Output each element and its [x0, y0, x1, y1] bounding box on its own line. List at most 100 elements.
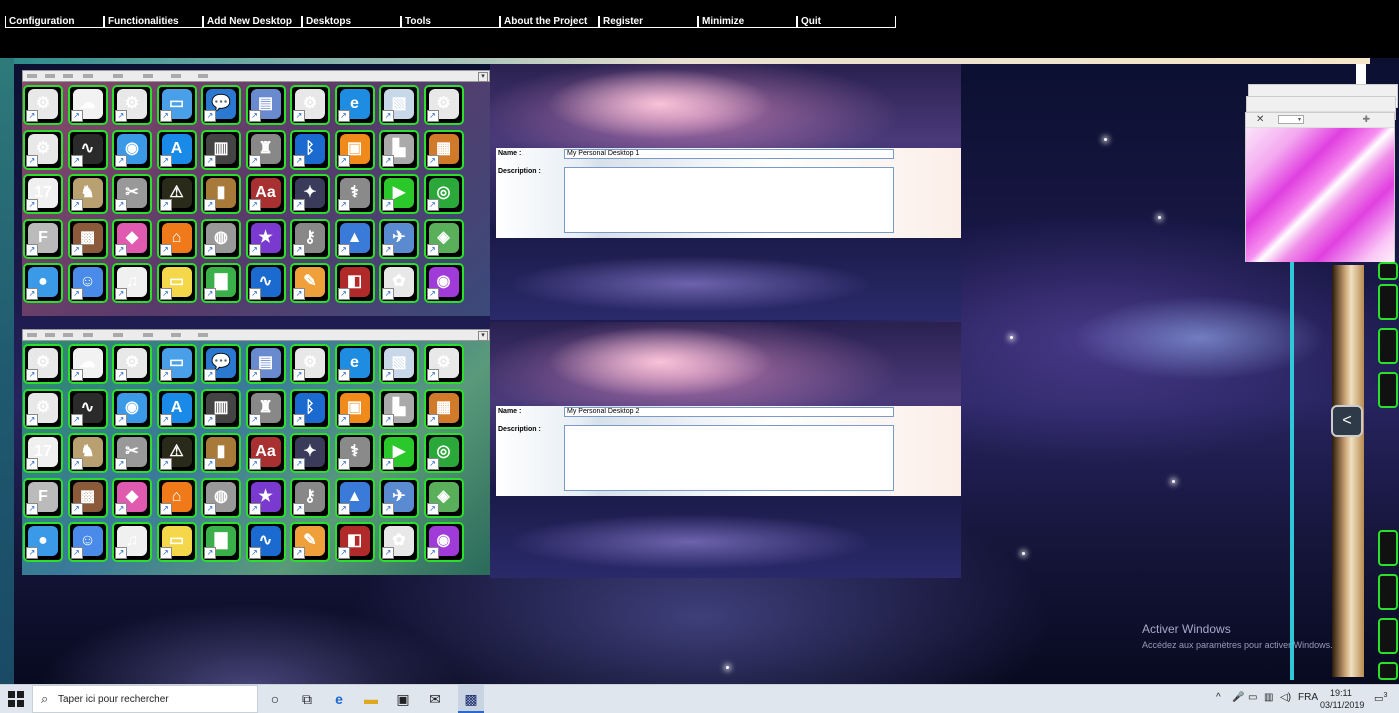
- desktop-name-input[interactable]: [564, 149, 894, 159]
- app-tile[interactable]: ∿ ↗: [67, 388, 108, 429]
- store-icon[interactable]: ▣: [394, 690, 412, 708]
- app-tile[interactable]: ▭ ↗: [156, 522, 197, 562]
- app-tile[interactable]: ▭ ↗: [156, 344, 197, 384]
- app-tile[interactable]: ▣ ↗: [334, 388, 375, 429]
- app-tile[interactable]: ✦ ↗: [290, 174, 330, 214]
- app-tile[interactable]: ▶ ↗: [379, 433, 419, 473]
- panel-scroll-button[interactable]: ▾: [478, 72, 488, 82]
- mini-window-dropdown[interactable]: ▾: [1278, 115, 1304, 124]
- app-tile[interactable]: ♞ ↗: [67, 433, 108, 473]
- app-tile[interactable]: ▲ ↗: [334, 477, 375, 518]
- menu-about-the-project[interactable]: About the Project: [500, 16, 599, 28]
- app-tile[interactable]: ◉ ↗: [112, 388, 152, 429]
- app-tile[interactable]: ♫ ↗: [112, 522, 152, 562]
- app-tile[interactable]: ⚕ ↗: [334, 174, 375, 214]
- app-tile[interactable]: ⚙ ↗: [290, 344, 330, 384]
- app-tile[interactable]: ✿ ↗: [379, 263, 419, 303]
- app-tile[interactable]: ∿ ↗: [67, 129, 108, 170]
- app-tile[interactable]: 💬 ↗: [201, 344, 241, 384]
- app-tile[interactable]: ✂ ↗: [112, 174, 152, 214]
- app-tile[interactable]: ● ↗: [23, 522, 63, 562]
- pin-icon[interactable]: ✚: [1362, 114, 1370, 125]
- app-tile[interactable]: ♞ ↗: [67, 174, 108, 214]
- app-tile[interactable]: ⌂ ↗: [156, 218, 197, 259]
- app-tile[interactable]: ⚙ ↗: [112, 344, 152, 384]
- app-tile[interactable]: ◈ ↗: [423, 477, 464, 518]
- app-tile[interactable]: ★ ↗: [245, 477, 286, 518]
- app-tile[interactable]: ◉ ↗: [112, 129, 152, 170]
- close-icon[interactable]: ✕: [1256, 114, 1264, 125]
- app-tile[interactable]: A ↗: [156, 388, 197, 429]
- app-tile[interactable]: ★ ↗: [245, 218, 286, 259]
- app-tile[interactable]: ᛒ ↗: [290, 388, 330, 429]
- app-tile[interactable]: ⚠ ↗: [156, 174, 197, 214]
- app-tile[interactable]: ▣ ↗: [334, 129, 375, 170]
- clock-time[interactable]: 19:11: [1330, 688, 1352, 698]
- menu-register[interactable]: Register: [599, 16, 698, 28]
- menu-add-new-desktop[interactable]: Add New Desktop: [203, 16, 302, 28]
- app-tile[interactable]: 💬 ↗: [201, 85, 241, 125]
- mini-window-titlebar[interactable]: [1247, 97, 1395, 112]
- app-tile[interactable]: ♜ ↗: [245, 129, 286, 170]
- app-tile[interactable]: ▙ ↗: [379, 388, 419, 429]
- app-tile[interactable]: ᛒ ↗: [290, 129, 330, 170]
- app-tile[interactable]: ▦ ↗: [423, 129, 464, 170]
- app-tile[interactable]: e ↗: [334, 85, 375, 125]
- app-tile[interactable]: ▲ ↗: [334, 218, 375, 259]
- desktop-name-input[interactable]: [564, 407, 894, 417]
- app-tile[interactable]: ☺ ↗: [67, 522, 108, 562]
- side-app-icon[interactable]: [1378, 328, 1398, 364]
- app-tile[interactable]: ▮ ↗: [201, 433, 241, 473]
- app-tile[interactable]: ▩ ↗: [67, 477, 108, 518]
- desktop-description-textarea[interactable]: [564, 425, 894, 491]
- app-tile[interactable]: ▧ ↗: [379, 85, 419, 125]
- side-app-icon[interactable]: [1378, 574, 1398, 610]
- app-tile[interactable]: ∿ ↗: [245, 522, 286, 562]
- side-app-icon[interactable]: [1378, 262, 1398, 280]
- app-tile[interactable]: ▮ ↗: [201, 174, 241, 214]
- side-app-icon[interactable]: [1378, 618, 1398, 654]
- app-tile[interactable]: ◆ ↗: [112, 477, 152, 518]
- app-tile[interactable]: ◉ ↗: [423, 263, 464, 303]
- app-tile[interactable]: ⚙ ↗: [423, 85, 464, 125]
- panel-titlebar[interactable]: ▾: [22, 70, 490, 82]
- app-tile[interactable]: ✦ ↗: [290, 433, 330, 473]
- app-tile[interactable]: ✿ ↗: [379, 522, 419, 562]
- edge-icon[interactable]: e: [330, 690, 348, 708]
- app-tile[interactable]: ⚷ ↗: [290, 218, 330, 259]
- file-explorer-icon[interactable]: ▬: [362, 690, 380, 708]
- panel-scroll-button[interactable]: ▾: [478, 331, 488, 341]
- app-tile[interactable]: ▙ ↗: [379, 129, 419, 170]
- app-tile[interactable]: ▤ ↗: [245, 344, 286, 384]
- app-tile[interactable]: ▇ ↗: [201, 263, 241, 303]
- app-tile[interactable]: ⚕ ↗: [334, 433, 375, 473]
- desktop-description-textarea[interactable]: [564, 167, 894, 233]
- app-tile[interactable]: ▭ ↗: [156, 85, 197, 125]
- menu-tools[interactable]: Tools: [401, 16, 500, 28]
- clock-date[interactable]: 03/11/2019: [1320, 700, 1364, 710]
- network-icon[interactable]: ▥: [1264, 692, 1273, 703]
- app-tile[interactable]: ⚠ ↗: [156, 433, 197, 473]
- app-tile[interactable]: ✈ ↗: [379, 477, 419, 518]
- app-tile[interactable]: ⚙ ↗: [23, 388, 63, 429]
- mini-window-titlebar[interactable]: ✕ ▾ ✚: [1246, 113, 1394, 128]
- app-tile[interactable]: ▩ ↗: [67, 218, 108, 259]
- app-tile[interactable]: A ↗: [156, 129, 197, 170]
- task-view-icon[interactable]: ⧉: [298, 690, 316, 708]
- app-tile[interactable]: ◉ ↗: [423, 522, 464, 562]
- app-tile[interactable]: ☺ ↗: [67, 263, 108, 303]
- microphone-icon[interactable]: 🎤: [1232, 692, 1244, 703]
- cortana-icon[interactable]: ○: [266, 690, 284, 708]
- app-tile[interactable]: 17 ↗: [23, 433, 63, 473]
- app-tile[interactable]: F ↗: [23, 477, 63, 518]
- app-tile[interactable]: ⚙ ↗: [23, 129, 63, 170]
- app-tile[interactable]: ⌂ ↗: [156, 477, 197, 518]
- app-tile[interactable]: ▭ ↗: [156, 263, 197, 303]
- app-tile[interactable]: ◈ ↗: [423, 218, 464, 259]
- app-tile[interactable]: ◍ ↗: [201, 218, 241, 259]
- collapse-panel-button[interactable]: <: [1331, 405, 1363, 437]
- app-tile[interactable]: Aa ↗: [245, 174, 286, 214]
- taskbar-active-app[interactable]: ▩: [458, 685, 484, 713]
- app-tile[interactable]: ✈ ↗: [379, 218, 419, 259]
- app-tile[interactable]: ✎ ↗: [290, 263, 330, 303]
